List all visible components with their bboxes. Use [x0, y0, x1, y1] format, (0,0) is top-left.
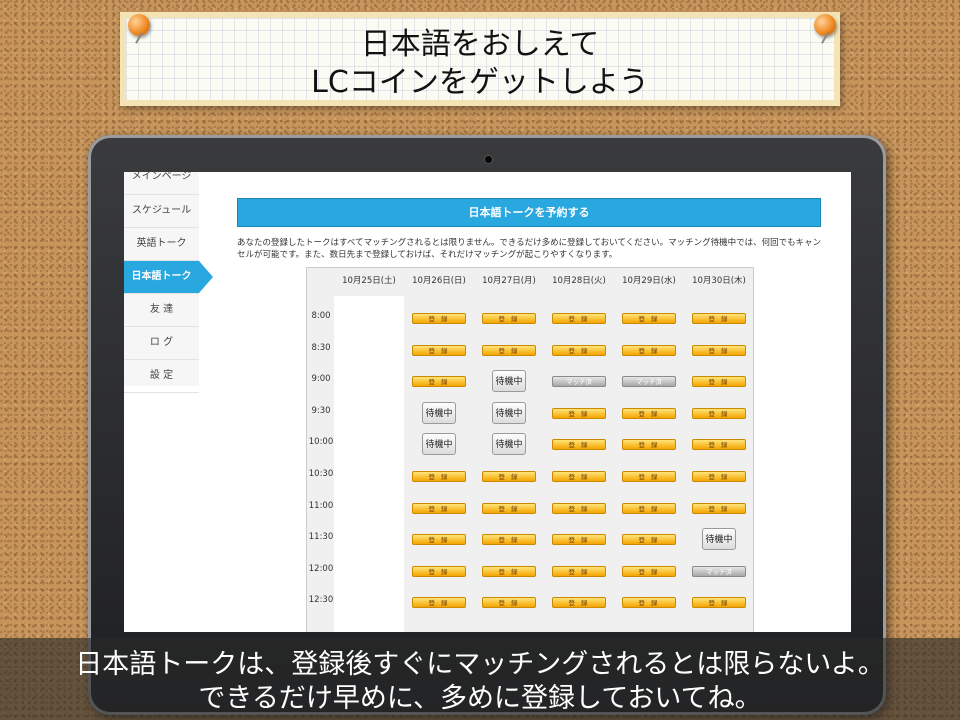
register-button[interactable]: 登 録 [552, 313, 606, 324]
sidebar-item[interactable]: スケジュール [124, 195, 199, 228]
day-header: 10月27日(月) [482, 276, 536, 286]
register-button[interactable]: 登 録 [412, 534, 466, 546]
register-button[interactable]: 登 録 [412, 565, 466, 577]
register-button[interactable]: 登 録 [412, 471, 466, 482]
day-header: 10月26日(日) [412, 276, 466, 286]
register-button[interactable]: 登 録 [692, 313, 746, 324]
day-header: 10月29日(水) [622, 276, 676, 286]
register-button[interactable]: 登 録 [552, 344, 606, 356]
webcam-icon [484, 155, 493, 164]
register-button[interactable]: 登 録 [622, 565, 676, 577]
time-label: 11:00 [308, 500, 334, 511]
matched-slot[interactable]: マッチ済 [622, 376, 676, 388]
register-button[interactable]: 登 録 [692, 407, 746, 419]
page-title: 日本語トークを予約する [237, 198, 821, 227]
sidebar-item[interactable]: 設 定 [124, 360, 199, 393]
time-label: 8:00 [311, 311, 331, 321]
sidebar-item[interactable]: ロ グ [124, 327, 199, 360]
register-button[interactable]: 登 録 [552, 597, 606, 609]
day-header: 10月28日(火) [552, 276, 606, 286]
register-button[interactable]: 登 録 [482, 471, 536, 482]
waiting-button[interactable]: 待機中 [492, 401, 526, 424]
register-button[interactable]: 登 録 [412, 376, 466, 388]
register-button[interactable]: 登 録 [692, 502, 746, 514]
time-label: 12:00 [308, 563, 334, 574]
register-button[interactable]: 登 録 [622, 439, 676, 451]
pushpin-icon [128, 14, 150, 36]
title-line-1: 日本語をおしえて [360, 27, 600, 62]
sidebar: メインページ スケジュール 英語トーク 日本語トーク友 達ロ グ設 定 [124, 172, 213, 393]
register-button[interactable]: 登 録 [412, 344, 466, 356]
register-button[interactable]: 登 録 [692, 439, 746, 451]
time-label: 10:00 [308, 437, 334, 448]
register-button[interactable]: 登 録 [622, 471, 676, 482]
register-button[interactable]: 登 録 [622, 502, 676, 514]
time-label: 8:30 [311, 342, 331, 353]
register-button[interactable]: 登 録 [482, 565, 536, 577]
register-button[interactable]: 登 録 [482, 597, 536, 609]
sidebar-item[interactable]: 英語トーク [124, 228, 199, 261]
matched-slot[interactable]: マッチ済 [552, 376, 606, 388]
register-button[interactable]: 登 録 [552, 471, 606, 482]
register-button[interactable]: 登 録 [622, 344, 676, 356]
time-label: 12:30 [308, 595, 334, 606]
register-button[interactable]: 登 録 [622, 597, 676, 609]
subtitle-line-2: できるだけ早めに、多めに登録しておいてね。 [198, 683, 762, 714]
register-button[interactable]: 登 録 [622, 313, 676, 324]
sidebar-item[interactable]: 友 達 [124, 294, 199, 327]
time-label: 9:00 [311, 374, 331, 385]
register-button[interactable]: 登 録 [692, 344, 746, 356]
register-button[interactable]: 登 録 [552, 565, 606, 577]
schedule-grid: 10月25日(土) 10月26日(日) 10月27日(月) 10月28日(火) 10月2… [306, 267, 754, 632]
register-button[interactable]: 登 録 [412, 313, 466, 324]
register-button[interactable]: 登 録 [692, 376, 746, 388]
register-button[interactable]: 登 録 [482, 534, 536, 546]
title-line-2: LCコインをゲットしよう [311, 65, 649, 100]
title-card-text: 日本語をおしえて LCコインをゲットしよう [126, 26, 834, 102]
time-label: 10:30 [308, 469, 334, 479]
waiting-button[interactable]: 待機中 [422, 433, 456, 456]
register-button[interactable]: 登 録 [482, 344, 536, 356]
matched-slot[interactable]: マッチ済 [692, 565, 746, 577]
register-button[interactable]: 登 録 [412, 502, 466, 514]
waiting-button[interactable]: 待機中 [492, 433, 526, 456]
waiting-button[interactable]: 待機中 [702, 528, 736, 551]
day-column-unavailable [334, 296, 404, 632]
pushpin-icon [814, 14, 836, 36]
register-button[interactable]: 登 録 [552, 534, 606, 546]
register-button[interactable]: 登 録 [552, 502, 606, 514]
register-button[interactable]: 登 録 [482, 502, 536, 514]
sidebar-item[interactable]: メインページ [124, 172, 199, 195]
register-button[interactable]: 登 録 [552, 407, 606, 419]
register-button[interactable]: 登 録 [692, 597, 746, 609]
register-button[interactable]: 登 録 [482, 313, 536, 324]
register-button[interactable]: 登 録 [552, 439, 606, 451]
laptop-frame: メインページ スケジュール 英語トーク 日本語トーク友 達ロ グ設 定 日本語トークを… [88, 135, 886, 715]
subtitle-bar: 日本語トークは、登録後すぐにマッチングされるとは限らないよ。 できるだけ早めに、… [0, 638, 960, 720]
page-description: あなたの登録したトークはすべてマッチングされるとは限りません。できるだけ多めに登… [237, 238, 822, 260]
sidebar-item[interactable]: 日本語トーク [124, 261, 213, 294]
register-button[interactable]: 登 録 [412, 597, 466, 609]
waiting-button[interactable]: 待機中 [422, 401, 456, 424]
register-button[interactable]: 登 録 [622, 534, 676, 546]
register-button[interactable]: 登 録 [622, 407, 676, 419]
time-label: 9:30 [311, 405, 331, 416]
day-header: 10月30日(木) [692, 276, 746, 286]
time-label: 11:30 [308, 532, 334, 543]
waiting-button[interactable]: 待機中 [492, 370, 526, 393]
title-card: 日本語をおしえて LCコインをゲットしよう [120, 12, 840, 106]
day-header: 10月25日(土) [342, 276, 396, 286]
app-screen: メインページ スケジュール 英語トーク 日本語トーク友 達ロ グ設 定 日本語トークを… [124, 172, 851, 632]
subtitle-line-1: 日本語トークは、登録後すぐにマッチングされるとは限らないよ。 [75, 649, 885, 680]
register-button[interactable]: 登 録 [692, 471, 746, 482]
